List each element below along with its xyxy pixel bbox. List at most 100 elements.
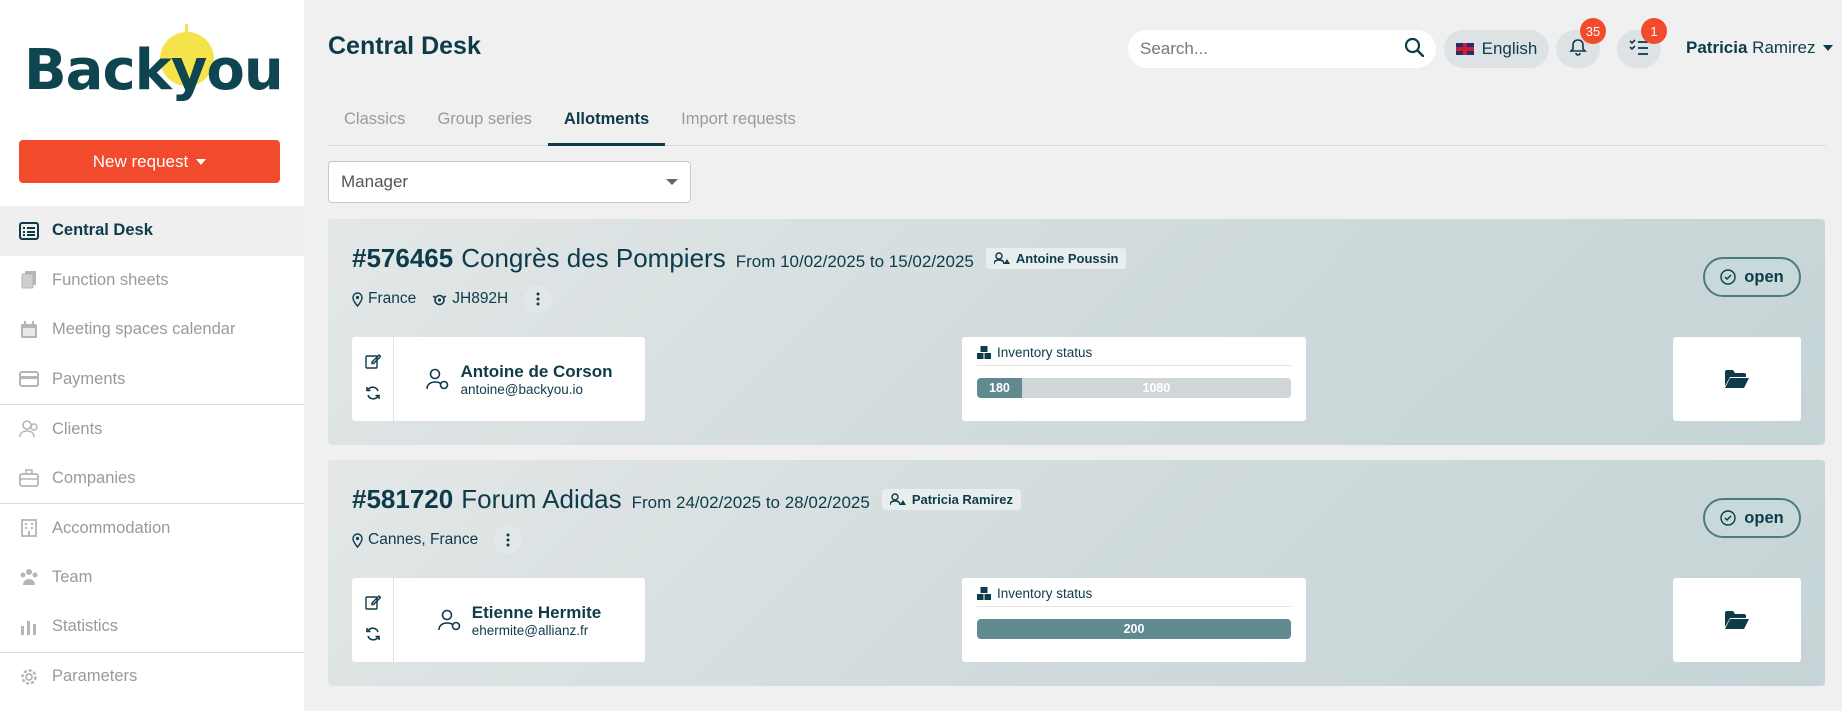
refresh-icon[interactable] xyxy=(365,626,381,647)
card-id[interactable]: #581720 xyxy=(352,484,453,515)
inventory-total-value: 1080 xyxy=(1142,381,1171,395)
inventory-used-value: 180 xyxy=(989,381,1010,395)
status-label: open xyxy=(1744,267,1784,286)
team-icon xyxy=(18,568,40,586)
contact-actions xyxy=(352,578,394,662)
allotment-card: #576465 Congrès des Pompiers From 10/02/… xyxy=(328,219,1825,445)
user-cog-icon xyxy=(426,368,449,390)
search-icon[interactable] xyxy=(1404,37,1425,62)
folder-open-icon xyxy=(1725,611,1749,629)
card-meta: Cannes, France xyxy=(352,526,523,554)
status-badge[interactable]: open xyxy=(1703,498,1801,538)
tab-classics[interactable]: Classics xyxy=(328,98,421,146)
card-code: JH892H xyxy=(452,290,509,307)
sidebar-item-payments[interactable]: Payments xyxy=(0,355,304,405)
sidebar-item-label: Team xyxy=(52,567,93,586)
sidebar-item-parameters[interactable]: Parameters xyxy=(0,651,304,702)
status-badge[interactable]: open xyxy=(1703,257,1801,297)
owner-name: Patricia Ramirez xyxy=(911,492,1013,507)
edit-icon[interactable] xyxy=(364,353,381,374)
inventory-used-segment: 180 xyxy=(977,378,1022,398)
inventory-panel: Inventory status 200 xyxy=(962,578,1306,662)
inventory-bar: 200 xyxy=(977,619,1291,639)
contact-info: Etienne Hermite ehermite@allianz.fr xyxy=(394,578,645,662)
kebab-icon xyxy=(506,533,510,547)
tab-group-series[interactable]: Group series xyxy=(421,98,547,146)
inventory-used-segment: 200 xyxy=(977,619,1291,639)
refresh-icon[interactable] xyxy=(365,385,381,406)
tab-allotments[interactable]: Allotments xyxy=(547,98,666,146)
sidebar-item-label: Function sheets xyxy=(52,270,169,289)
bug-icon xyxy=(432,294,447,305)
sidebar-item-meeting-spaces-calendar[interactable]: Meeting spaces calendar xyxy=(0,305,304,355)
contact-name[interactable]: Antoine de Corson xyxy=(460,362,612,382)
sidebar-item-team[interactable]: Team xyxy=(0,553,304,603)
logo-text: Backyou xyxy=(24,38,284,103)
tab-bar: Classics Group series Allotments Import … xyxy=(328,98,1826,146)
boxes-icon xyxy=(977,587,991,600)
sidebar: Backyou New request Central Desk Functio… xyxy=(0,0,304,711)
sidebar-item-central-desk[interactable]: Central Desk xyxy=(0,206,304,256)
users-icon xyxy=(18,420,40,438)
status-label: open xyxy=(1744,508,1784,527)
manager-select[interactable]: Manager xyxy=(328,161,691,203)
sidebar-item-label: Parameters xyxy=(52,667,138,686)
contact-email[interactable]: antoine@backyou.io xyxy=(460,382,612,397)
new-request-button[interactable]: New request xyxy=(19,140,280,183)
contact-actions xyxy=(352,337,394,421)
sidebar-item-label: Clients xyxy=(52,419,103,438)
owner-chip: Patricia Ramirez xyxy=(881,489,1021,510)
inventory-used-value: 200 xyxy=(1123,622,1145,636)
gear-icon xyxy=(18,668,40,686)
card-name[interactable]: Congrès des Pompiers xyxy=(461,243,725,274)
language-label: English xyxy=(1481,39,1538,58)
card-id[interactable]: #576465 xyxy=(352,243,453,274)
card-dates: From 10/02/2025 to 15/02/2025 xyxy=(735,252,974,271)
open-folder-button[interactable] xyxy=(1673,337,1801,421)
briefcase-icon xyxy=(18,469,40,488)
card-name[interactable]: Forum Adidas xyxy=(461,484,621,515)
chevron-down-icon xyxy=(1823,45,1834,51)
user-menu[interactable]: Patricia Ramirez xyxy=(1686,38,1834,58)
check-circle-icon xyxy=(1720,269,1736,285)
copy-icon xyxy=(18,271,40,289)
language-selector[interactable]: English xyxy=(1444,30,1549,68)
sidebar-item-function-sheets[interactable]: Function sheets xyxy=(0,256,304,306)
owner-name: Antoine Poussin xyxy=(1015,251,1119,266)
check-circle-icon xyxy=(1720,510,1736,526)
more-options-button[interactable] xyxy=(494,526,523,554)
backyou-logo[interactable]: Backyou xyxy=(24,24,284,108)
user-tie-icon xyxy=(889,493,906,506)
boxes-icon xyxy=(977,346,991,359)
tab-import-requests[interactable]: Import requests xyxy=(665,98,812,146)
new-request-label: New request xyxy=(92,151,189,171)
search-input[interactable] xyxy=(1140,39,1404,59)
bar-chart-icon xyxy=(18,618,40,636)
sidebar-item-accommodation[interactable]: Accommodation xyxy=(0,503,304,553)
user-first-name: Patricia xyxy=(1686,38,1748,57)
more-options-button[interactable] xyxy=(524,285,553,313)
sidebar-item-companies[interactable]: Companies xyxy=(0,454,304,504)
map-pin-icon xyxy=(352,291,363,307)
page-title: Central Desk xyxy=(328,32,481,60)
chevron-down-icon xyxy=(666,179,678,185)
owner-chip: Antoine Poussin xyxy=(985,248,1127,269)
inventory-bar: 180 1080 xyxy=(977,378,1291,398)
inventory-label: Inventory status xyxy=(997,586,1093,601)
inventory-label: Inventory status xyxy=(997,345,1093,360)
card-location: France xyxy=(368,290,417,307)
contact-name[interactable]: Etienne Hermite xyxy=(472,603,601,623)
notifications-badge: 35 xyxy=(1580,18,1606,44)
allotment-card: #581720 Forum Adidas From 24/02/2025 to … xyxy=(328,460,1825,686)
card-meta: France JH892H xyxy=(352,285,553,313)
open-folder-button[interactable] xyxy=(1673,578,1801,662)
sidebar-item-label: Statistics xyxy=(52,617,119,636)
sidebar-item-clients[interactable]: Clients xyxy=(0,404,304,454)
contact-email[interactable]: ehermite@allianz.fr xyxy=(472,623,601,638)
manager-select-value: Manager xyxy=(341,172,409,191)
edit-icon[interactable] xyxy=(364,594,381,615)
notifications-button[interactable]: 35 xyxy=(1556,18,1606,68)
sidebar-item-statistics[interactable]: Statistics xyxy=(0,602,304,652)
tasks-button[interactable]: 1 xyxy=(1617,18,1667,68)
sidebar-item-label: Accommodation xyxy=(52,518,171,537)
